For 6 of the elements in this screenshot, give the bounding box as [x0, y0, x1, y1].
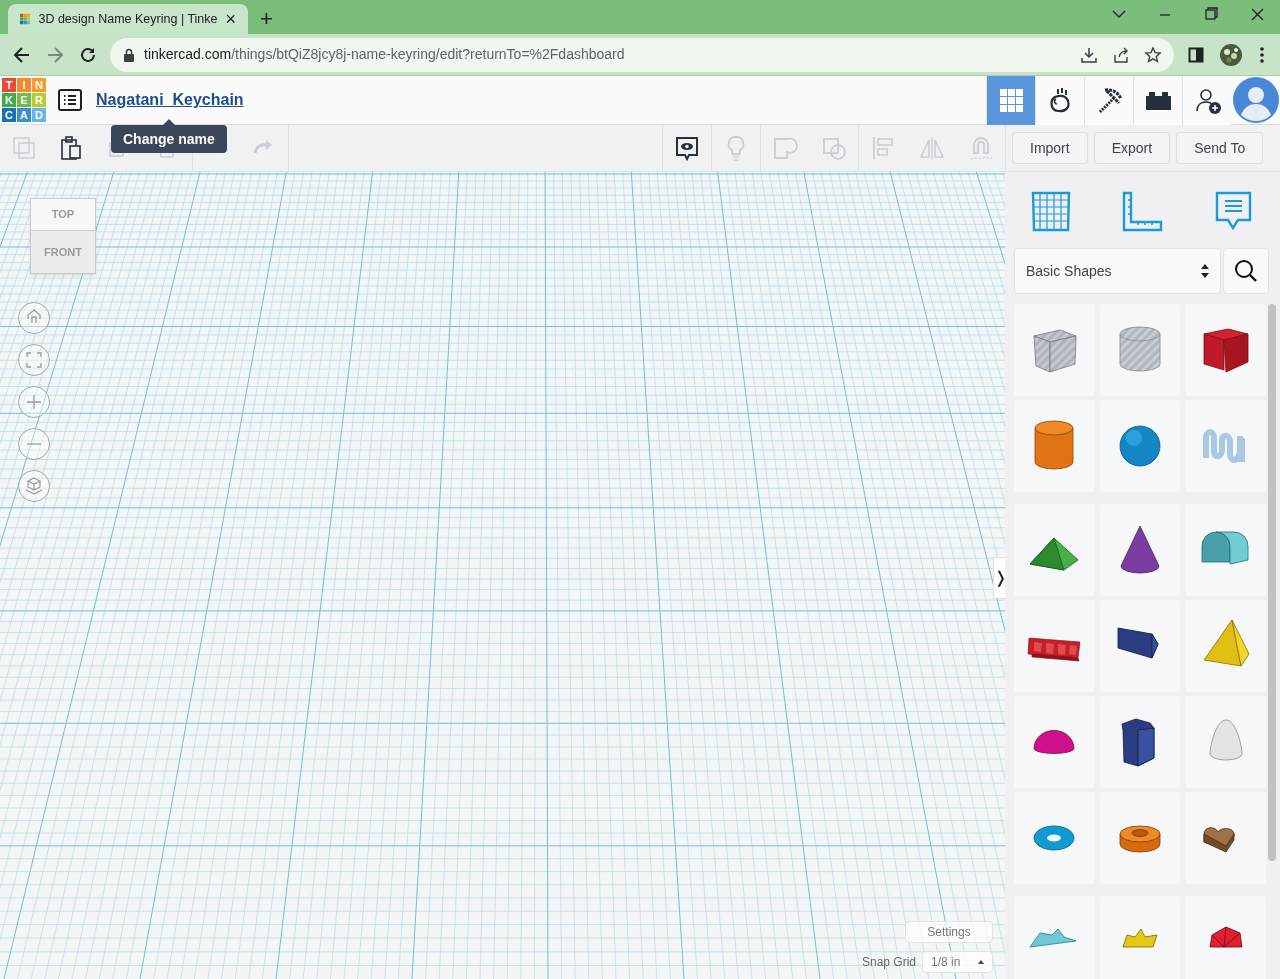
tooltip: Change name: [111, 125, 227, 153]
tab-title: 3D design Name Keyring | Tinke: [38, 10, 218, 28]
url-text: tinkercad.com/things/btQiZ8jcy8j-name-keyring/edit?returnTo=%2Fdashboard: [144, 45, 626, 64]
cube-face-label: TOP: [51, 207, 75, 223]
cube-face-label: FRONT: [44, 244, 82, 260]
snap-grid-label: Snap Grid: [861, 954, 916, 971]
